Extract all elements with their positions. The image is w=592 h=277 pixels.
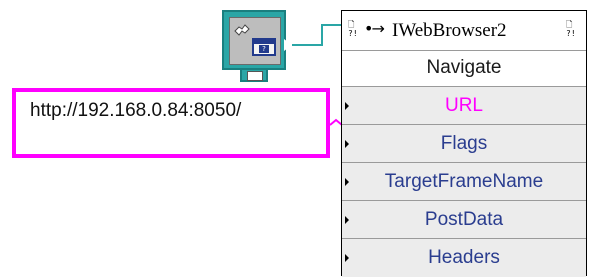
class-name: IWebBrowser2 <box>392 20 507 41</box>
activex-container-icon[interactable]: ? <box>222 10 286 70</box>
param-headers[interactable]: Headers <box>342 239 586 277</box>
invoke-node[interactable]: 🗋?! •→ IWebBrowser2 🗋?! Navigate URL Fla… <box>341 10 587 277</box>
window-icon: ? <box>252 38 276 56</box>
url-string-value: http://192.168.0.84:8050/ <box>30 100 242 121</box>
invoke-node-header: 🗋?! •→ IWebBrowser2 🗋?! <box>342 11 586 51</box>
param-label: PostData <box>424 209 504 230</box>
container-face: ? <box>229 17 281 65</box>
param-post-data[interactable]: PostData <box>342 201 586 239</box>
param-target-frame-name[interactable]: TargetFrameName <box>342 163 586 201</box>
refnum-wire[interactable] <box>292 24 344 46</box>
param-label: TargetFrameName <box>384 171 544 192</box>
param-label: Headers <box>428 247 500 268</box>
param-label: Flags <box>440 133 488 154</box>
param-label: URL <box>444 95 483 116</box>
url-string-constant[interactable]: http://192.168.0.84:8050/ <box>12 88 330 158</box>
param-flags[interactable]: Flags <box>342 125 586 163</box>
refnum-in-icon: 🗋?! <box>348 20 358 38</box>
refnum-out-tab <box>240 68 268 82</box>
refnum-out-icon[interactable]: 🗋?! <box>566 20 580 38</box>
output-terminal-arrow-icon <box>284 39 292 51</box>
invoke-arrow-icon: •→ <box>364 19 385 38</box>
puzzle-icon <box>234 24 250 36</box>
method-name[interactable]: Navigate <box>342 51 586 87</box>
param-url[interactable]: URL <box>342 87 586 125</box>
